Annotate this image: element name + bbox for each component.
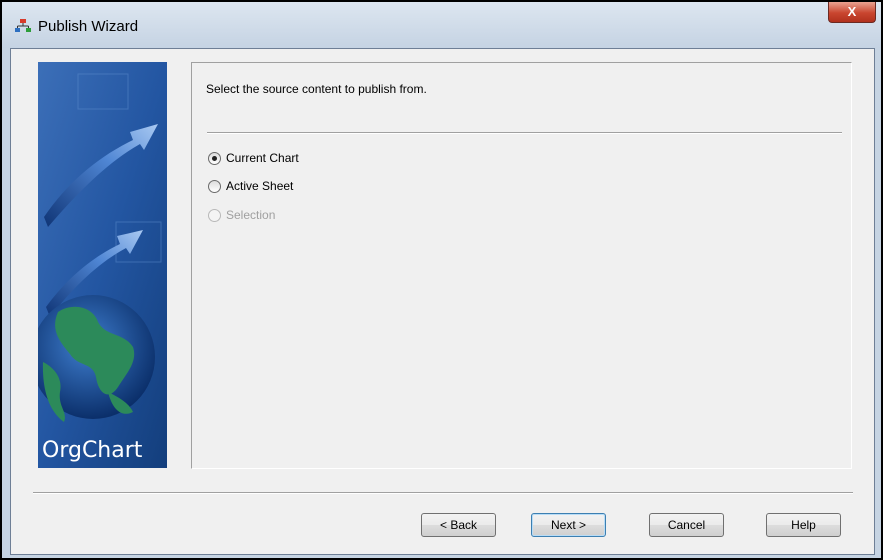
footer-separator xyxy=(33,492,853,494)
radio-label-active-sheet[interactable]: Active Sheet xyxy=(226,179,293,193)
help-button[interactable]: Help xyxy=(766,513,841,537)
window-frame-right xyxy=(874,48,881,558)
orgchart-banner: OrgChart xyxy=(38,62,167,468)
page-prompt: Select the source content to publish fro… xyxy=(206,82,427,96)
radio-button-disabled xyxy=(208,209,221,222)
window-title: Publish Wizard xyxy=(38,18,139,35)
title-bar[interactable]: Publish Wizard X xyxy=(2,2,881,48)
close-icon: X xyxy=(847,4,857,19)
next-button[interactable]: Next > xyxy=(531,513,606,537)
cancel-button[interactable]: Cancel xyxy=(649,513,724,537)
header-separator xyxy=(207,132,842,134)
publish-wizard-window: Publish Wizard X OrgChart Select the sou… xyxy=(0,0,883,560)
radio-button-selected[interactable] xyxy=(208,152,221,165)
orgchart-brand-text: OrgChart xyxy=(42,438,143,463)
radio-label-selection: Selection xyxy=(226,208,276,222)
radio-button[interactable] xyxy=(208,180,221,193)
window-frame-left xyxy=(2,48,10,558)
back-button[interactable]: < Back xyxy=(421,513,496,537)
close-button[interactable]: X xyxy=(828,2,876,23)
dialog-body: OrgChart Select the source content to pu… xyxy=(10,48,875,555)
content-panel xyxy=(191,62,852,469)
radio-label-current-chart[interactable]: Current Chart xyxy=(226,151,299,165)
orgchart-app-icon xyxy=(15,19,31,32)
